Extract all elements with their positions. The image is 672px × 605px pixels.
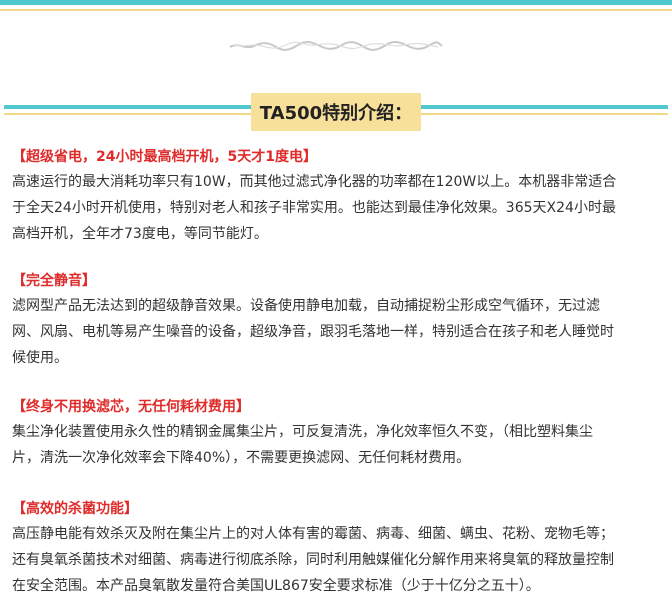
body-line: 网、风扇、电机等易产生噪音的设备，超级净音，跟羽毛落地一样，特别适合在孩子和老人… <box>12 324 614 340</box>
top-border-yellow <box>0 9 672 11</box>
section-body: 集尘净化装置使用永久性的精钢金属集尘片，可反复清洗，净化效率恒久不变，（相比塑料… <box>12 419 664 471</box>
section-body: 滤网型产品无法达到的超级静音效果。设备使用静电加载，自动捕捉粉尘形成空气循环，无… <box>12 293 664 371</box>
section-title-badge: TA500特别介绍： <box>251 93 421 131</box>
section-heading: 【终身不用换滤芯，无任何耗材费用】 <box>12 399 250 415</box>
feature-section-power-saving: 【超级省电，24小时最高档开机，5天才1度电】 高速运行的最大消耗功率只有10W… <box>12 146 664 247</box>
body-line: 高档开机，全年才73度电，等同节能灯。 <box>12 226 268 242</box>
top-border-teal <box>0 0 672 5</box>
squiggle-divider <box>229 41 443 51</box>
body-line: 候使用。 <box>12 350 68 366</box>
page-title: TA500特别介绍： <box>259 103 413 124</box>
body-line: 于全天24小时开机使用，特别对老人和孩子非常实用。也能达到最佳净化效果。365天… <box>12 200 616 216</box>
section-heading: 【超级省电，24小时最高档开机，5天才1度电】 <box>12 149 317 165</box>
section-body: 高速运行的最大消耗功率只有10W，而其他过滤式净化器的功率都在120W以上。本机… <box>12 169 664 247</box>
body-line: 还有臭氧杀菌技术对细菌、病毒进行彻底杀除，同时利用触媒催化分解作用来将臭氧的释放… <box>12 552 614 568</box>
feature-section-no-filter: 【终身不用换滤芯，无任何耗材费用】 集尘净化装置使用永久性的精钢金属集尘片，可反… <box>12 396 664 471</box>
section-body: 高压静电能有效杀灭及附在集尘片上的对人体有害的霉菌、病毒、细菌、螨虫、花粉、宠物… <box>12 521 664 599</box>
body-line: 集尘净化装置使用永久性的精钢金属集尘片，可反复清洗，净化效率恒久不变，（相比塑料… <box>12 424 593 440</box>
feature-section-silent: 【完全静音】 滤网型产品无法达到的超级静音效果。设备使用静电加载，自动捕捉粉尘形… <box>12 270 664 371</box>
feature-section-sterilization: 【高效的杀菌功能】 高压静电能有效杀灭及附在集尘片上的对人体有害的霉菌、病毒、细… <box>12 498 664 599</box>
body-line: 在安全范围。本产品臭氧散发量符合美国UL867安全要求标准（少于十亿分之五十）。 <box>12 578 540 594</box>
section-heading: 【完全静音】 <box>12 273 96 289</box>
body-line: 高压静电能有效杀灭及附在集尘片上的对人体有害的霉菌、病毒、细菌、螨虫、花粉、宠物… <box>12 526 614 542</box>
section-heading: 【高效的杀菌功能】 <box>12 501 138 517</box>
body-line: 滤网型产品无法达到的超级静音效果。设备使用静电加载，自动捕捉粉尘形成空气循环，无… <box>12 298 600 314</box>
body-line: 高速运行的最大消耗功率只有10W，而其他过滤式净化器的功率都在120W以上。本机… <box>12 174 617 190</box>
body-line: 片，清洗一次净化效率会下降40%），不需要更换滤网、无任何耗材费用。 <box>12 450 471 466</box>
